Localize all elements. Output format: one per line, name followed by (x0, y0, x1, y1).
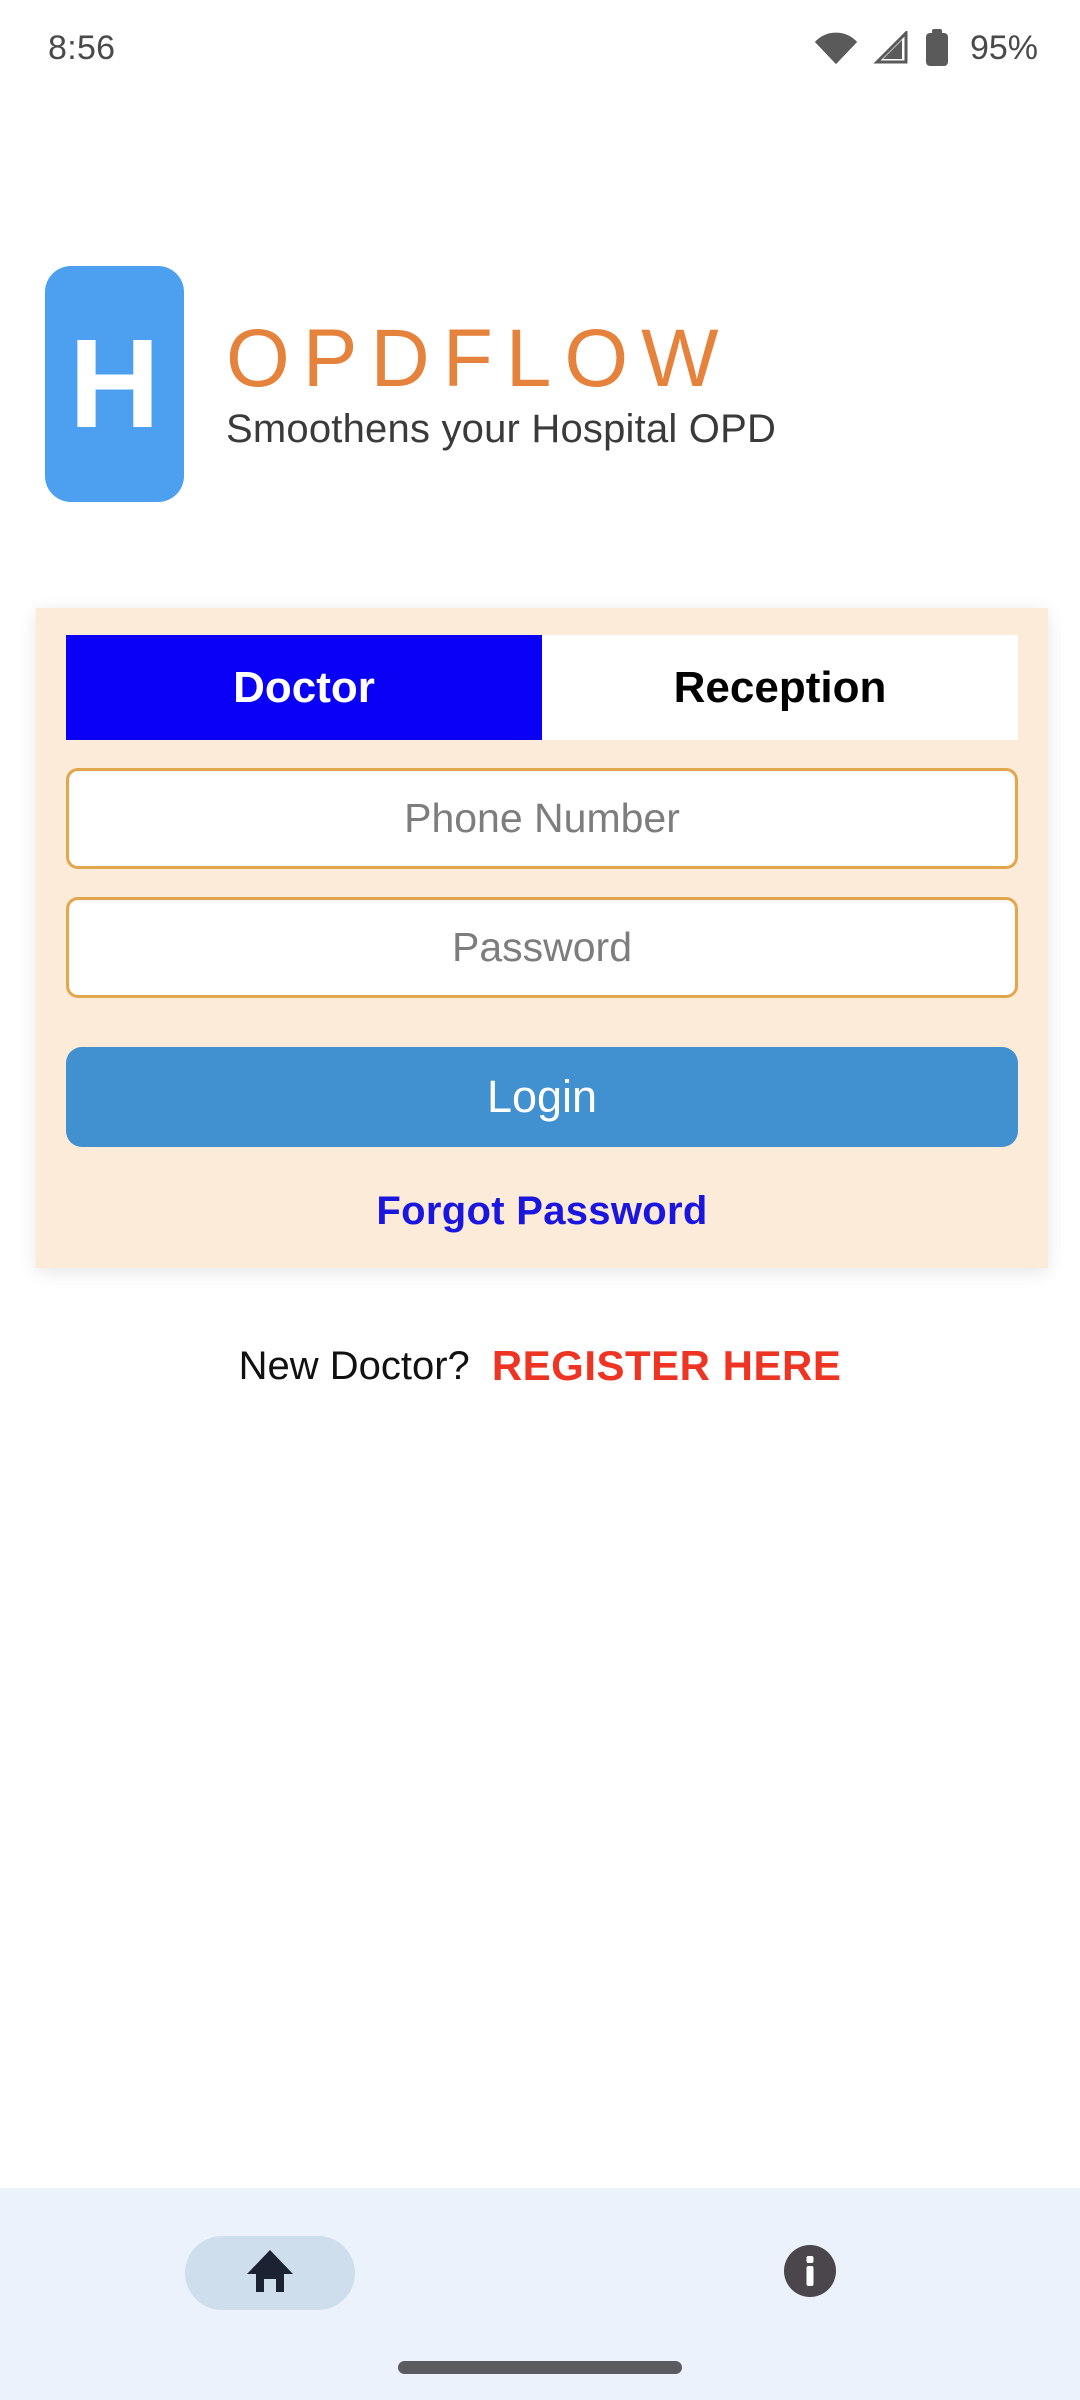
forgot-password-link[interactable]: Forgot Password (66, 1189, 1018, 1234)
tab-reception[interactable]: Reception (542, 635, 1018, 740)
tab-doctor[interactable]: Doctor (66, 635, 542, 740)
gesture-navigation-bar[interactable] (398, 2361, 682, 2374)
battery-percent-label: 95% (969, 28, 1038, 67)
nav-item-info[interactable] (725, 2236, 895, 2310)
bottom-navigation-bar (0, 2188, 1080, 2400)
brand-header: H OPDFLOW Smoothens your Hospital OPD (0, 266, 1080, 502)
wifi-icon (814, 31, 858, 65)
status-bar-clock: 8:56 (48, 28, 116, 67)
login-button[interactable]: Login (66, 1047, 1018, 1147)
logo-letter: H (69, 313, 160, 454)
register-prompt: New Doctor? REGISTER HERE (0, 1342, 1080, 1390)
battery-icon (924, 29, 950, 67)
home-icon (243, 2245, 297, 2302)
nav-item-home[interactable] (185, 2236, 355, 2310)
login-card: Doctor Reception Login Forgot Password (36, 608, 1048, 1268)
password-field[interactable] (66, 897, 1018, 998)
phone-number-field[interactable] (66, 768, 1018, 869)
register-here-link[interactable]: REGISTER HERE (492, 1342, 842, 1390)
hospital-logo-icon: H (45, 266, 184, 502)
brand-tagline: Smoothens your Hospital OPD (226, 406, 777, 451)
status-bar-icons: 95% (814, 29, 1038, 68)
app-screen: 8:56 95% H OPDFLOW Smoothens your Hospit… (0, 0, 1080, 2400)
role-tab-group: Doctor Reception (66, 635, 1018, 740)
register-question: New Doctor? (238, 1343, 470, 1388)
brand-text-block: OPDFLOW Smoothens your Hospital OPD (226, 316, 776, 451)
info-icon (781, 2242, 839, 2305)
phone-number-input[interactable] (69, 771, 1015, 866)
status-bar: 8:56 95% (0, 0, 1080, 96)
cellular-signal-icon (872, 31, 910, 65)
brand-name: OPDFLOW (226, 313, 732, 405)
password-input[interactable] (69, 900, 1015, 995)
